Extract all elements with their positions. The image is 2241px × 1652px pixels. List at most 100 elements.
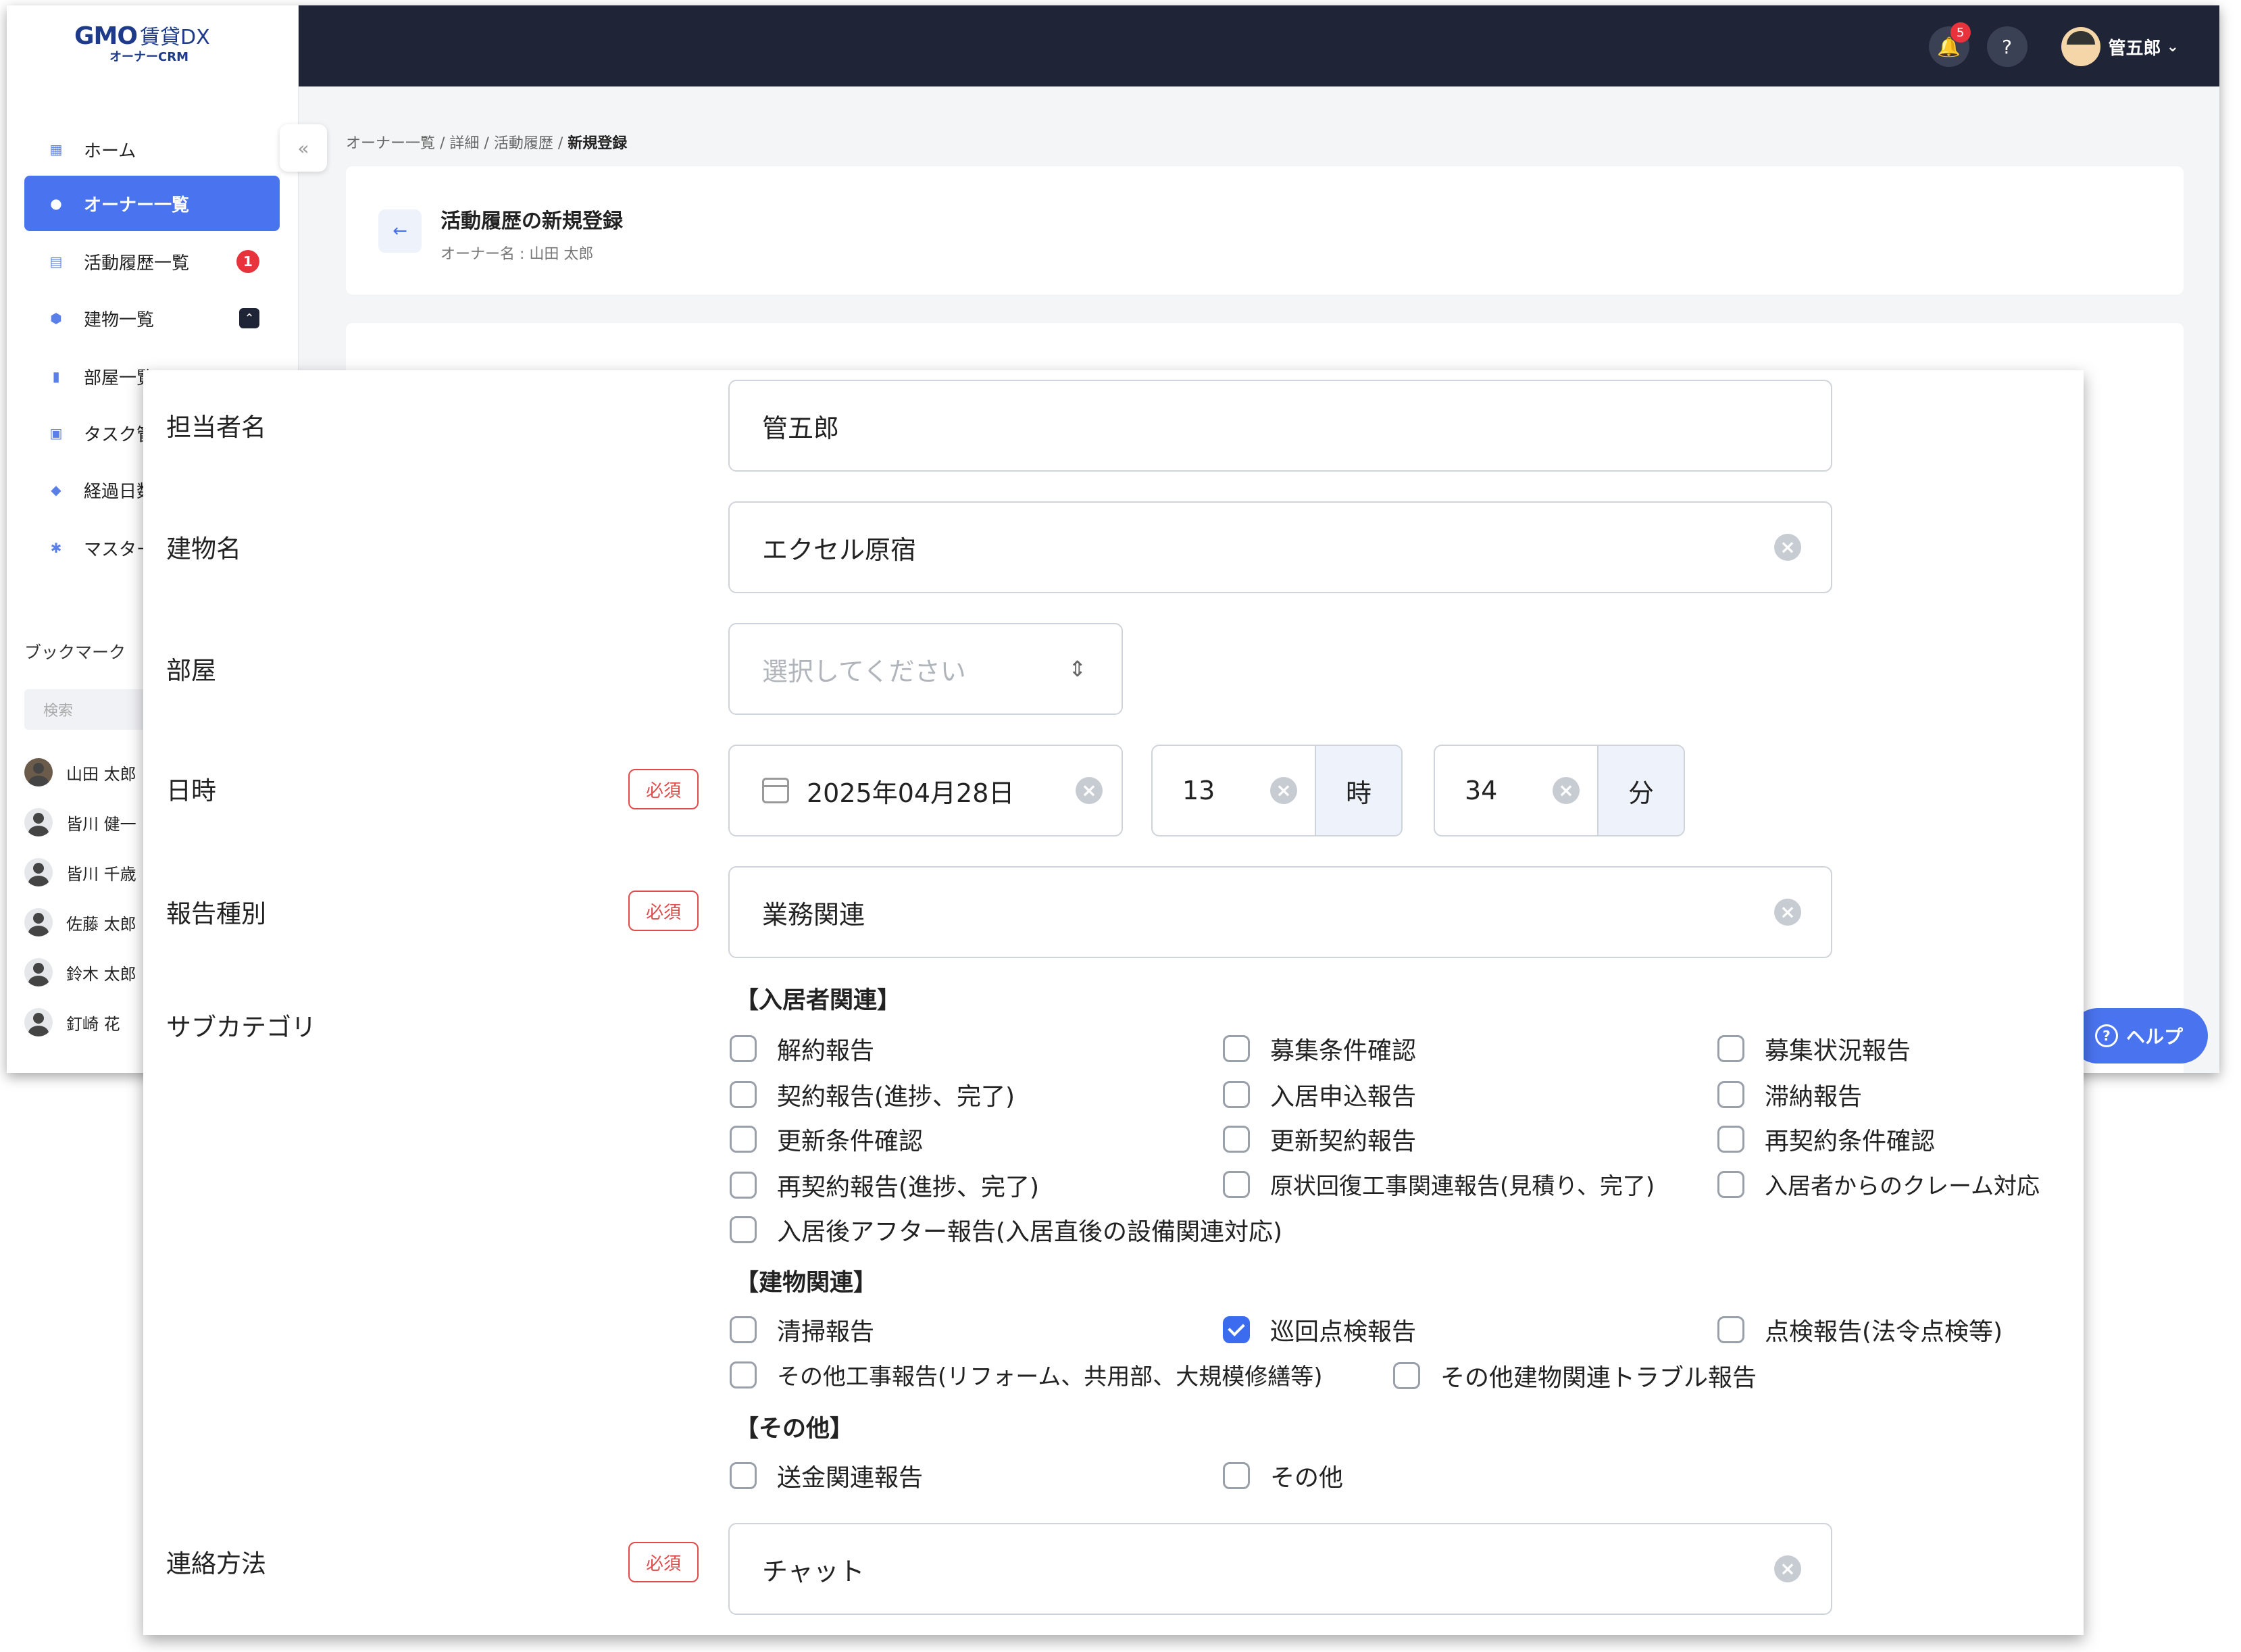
subcategory-checkbox[interactable]: 入居後アフター報告(入居直後の設備関連対応): [730, 1212, 1282, 1247]
hour-field[interactable]: 13 × 時: [1151, 745, 1403, 836]
checkbox-box[interactable]: [730, 1172, 757, 1199]
avatar: [24, 858, 53, 886]
checkbox-box[interactable]: [1717, 1316, 1744, 1343]
user-menu[interactable]: 管五郎 ⌄: [2061, 27, 2179, 66]
sidebar-item-activity[interactable]: ▤ 活動履歴一覧 1: [24, 234, 280, 289]
minute-unit: 分: [1597, 746, 1684, 835]
help-circle-icon[interactable]: ?: [1986, 26, 2028, 67]
chevron-up-icon[interactable]: ⌃: [239, 308, 259, 328]
report-type-field[interactable]: 業務関連 ×: [728, 866, 1832, 958]
checkbox-box[interactable]: [1717, 1126, 1744, 1153]
minute-field[interactable]: 34 × 分: [1434, 745, 1685, 836]
checkbox-box[interactable]: [730, 1216, 757, 1243]
bookmark-item[interactable]: 釘崎 花: [24, 1005, 120, 1039]
subcategory-checkbox[interactable]: 送金関連報告: [730, 1458, 923, 1493]
task-icon: ▣: [49, 425, 63, 441]
clear-icon[interactable]: ×: [1774, 899, 1801, 926]
breadcrumb-detail[interactable]: 詳細: [449, 135, 479, 152]
clear-icon[interactable]: ×: [1774, 1555, 1801, 1582]
subcategory-checkbox[interactable]: 再契約条件確認: [1717, 1122, 1935, 1157]
checkbox-box[interactable]: [730, 1035, 757, 1062]
back-button[interactable]: ←: [378, 209, 422, 253]
breadcrumb-owners[interactable]: オーナー一覧: [346, 135, 435, 152]
hour-unit: 時: [1315, 746, 1401, 835]
checkbox-box[interactable]: [1393, 1362, 1420, 1389]
subcategory-checkbox[interactable]: 更新条件確認: [730, 1122, 923, 1157]
owner-name: オーナー名 : 山田 太郎: [440, 246, 594, 263]
checkbox-box[interactable]: [730, 1126, 757, 1153]
sidebar-item-home[interactable]: ▦ ホーム: [24, 122, 280, 177]
subcategory-checkbox[interactable]: 解約報告: [730, 1031, 874, 1066]
clear-icon[interactable]: ×: [1076, 777, 1103, 804]
avatar: [24, 808, 53, 836]
help-button[interactable]: ? ヘルプ: [2070, 1008, 2208, 1063]
subcategory-checkbox[interactable]: 契約報告(進捗、完了): [730, 1077, 1015, 1112]
page-header-card: ← 活動履歴の新規登録 オーナー名 : 山田 太郎: [346, 166, 2184, 295]
sidebar-item-owners[interactable]: ● オーナー一覧: [24, 176, 280, 231]
subcategory-checkbox[interactable]: 巡回点検報告: [1223, 1312, 1416, 1347]
checkbox-box[interactable]: [1223, 1081, 1250, 1108]
user-circle-icon: ●: [50, 195, 62, 211]
header-actions: 🔔 5 ? 管五郎 ⌄: [1911, 22, 2179, 68]
report-type-label: 報告種別: [166, 899, 266, 928]
sidebar-item-buildings[interactable]: ⬢ 建物一覧 ⌃: [24, 291, 280, 346]
subcategory-checkbox[interactable]: その他: [1223, 1458, 1343, 1493]
checkbox-box[interactable]: [1717, 1035, 1744, 1062]
subcategory-checkbox[interactable]: 清掃報告: [730, 1312, 874, 1347]
checkbox-box[interactable]: [1223, 1170, 1250, 1198]
subcategory-checkbox[interactable]: 入居申込報告: [1223, 1077, 1416, 1112]
date-field[interactable]: 2025年04月28日 ×: [728, 745, 1123, 836]
subcategory-checkbox[interactable]: その他工事報告(リフォーム、共用部、大規模修繕等): [730, 1358, 1323, 1391]
logo[interactable]: GMO 賃貸DX オーナーCRM: [74, 20, 236, 68]
checkbox-box[interactable]: [1223, 1035, 1250, 1062]
group-title-tenant: 【入居者関連】: [735, 987, 901, 1014]
subcategory-checkbox[interactable]: 原状回復工事関連報告(見積り、完了): [1223, 1168, 1655, 1201]
clear-icon[interactable]: ×: [1553, 777, 1580, 804]
top-header: 🔔 5 ? 管五郎 ⌄: [299, 5, 2219, 86]
checkbox-box[interactable]: [730, 1316, 757, 1343]
building-field[interactable]: エクセル原宿 ×: [728, 501, 1832, 593]
gear-icon: ✱: [50, 540, 62, 556]
grid-icon: ▦: [49, 141, 63, 157]
bookmark-item[interactable]: 佐藤 太郎: [24, 905, 136, 939]
bookmark-item[interactable]: 皆川 健一: [24, 805, 136, 839]
required-badge: 必須: [628, 769, 699, 809]
checkbox-box[interactable]: [730, 1081, 757, 1108]
building-icon: ⬢: [50, 310, 62, 326]
clear-icon[interactable]: ×: [1774, 534, 1801, 561]
required-badge: 必須: [628, 891, 699, 931]
checkbox-box[interactable]: [1223, 1126, 1250, 1153]
subcategory-checkbox[interactable]: 募集状況報告: [1717, 1031, 1911, 1066]
required-badge: 必須: [628, 1542, 699, 1582]
bookmark-item[interactable]: 鈴木 太郎: [24, 955, 136, 989]
room-select[interactable]: 選択してください ⇕: [728, 623, 1123, 715]
subcategory-checkbox[interactable]: 点検報告(法令点検等): [1717, 1312, 2003, 1347]
checkbox-box[interactable]: [1223, 1462, 1250, 1489]
checkbox-box[interactable]: [1717, 1170, 1744, 1198]
checkbox-box[interactable]: [730, 1462, 757, 1489]
bookmark-item[interactable]: 皆川 千歳: [24, 855, 136, 889]
subcategory-checkbox[interactable]: 更新契約報告: [1223, 1122, 1416, 1157]
assignee-field[interactable]: 管五郎: [728, 380, 1832, 472]
checkbox-box[interactable]: [1717, 1081, 1744, 1108]
checkbox-box[interactable]: [730, 1361, 757, 1388]
question-icon: ?: [2094, 1024, 2118, 1047]
clear-icon[interactable]: ×: [1270, 777, 1297, 804]
collapse-sidebar-button[interactable]: «: [280, 124, 327, 172]
contact-method-field[interactable]: チャット ×: [728, 1523, 1832, 1615]
checkbox-box-checked[interactable]: [1223, 1316, 1250, 1343]
breadcrumb-activity[interactable]: 活動履歴: [494, 135, 553, 152]
subcategory-checkbox[interactable]: その他建物関連トラブル報告: [1393, 1358, 1757, 1393]
bookmark-item[interactable]: 山田 太郎: [24, 755, 136, 789]
page-title: 活動履歴の新規登録: [440, 209, 623, 233]
subcategory-checkbox[interactable]: 再契約報告(進捗、完了): [730, 1168, 1039, 1203]
breadcrumb: オーナー一覧 / 詳細 / 活動履歴 / 新規登録: [346, 135, 628, 152]
bell-icon[interactable]: 🔔 5: [1928, 22, 1971, 67]
building-label: 建物名: [166, 534, 241, 564]
avatar: [24, 1008, 53, 1036]
chat-icon: ◆: [51, 482, 61, 498]
subcategory-checkbox[interactable]: 入居者からのクレーム対応: [1717, 1168, 2040, 1201]
room-label: 部屋: [166, 656, 216, 685]
subcategory-checkbox[interactable]: 募集条件確認: [1223, 1031, 1416, 1066]
subcategory-checkbox[interactable]: 滞納報告: [1717, 1077, 1862, 1112]
